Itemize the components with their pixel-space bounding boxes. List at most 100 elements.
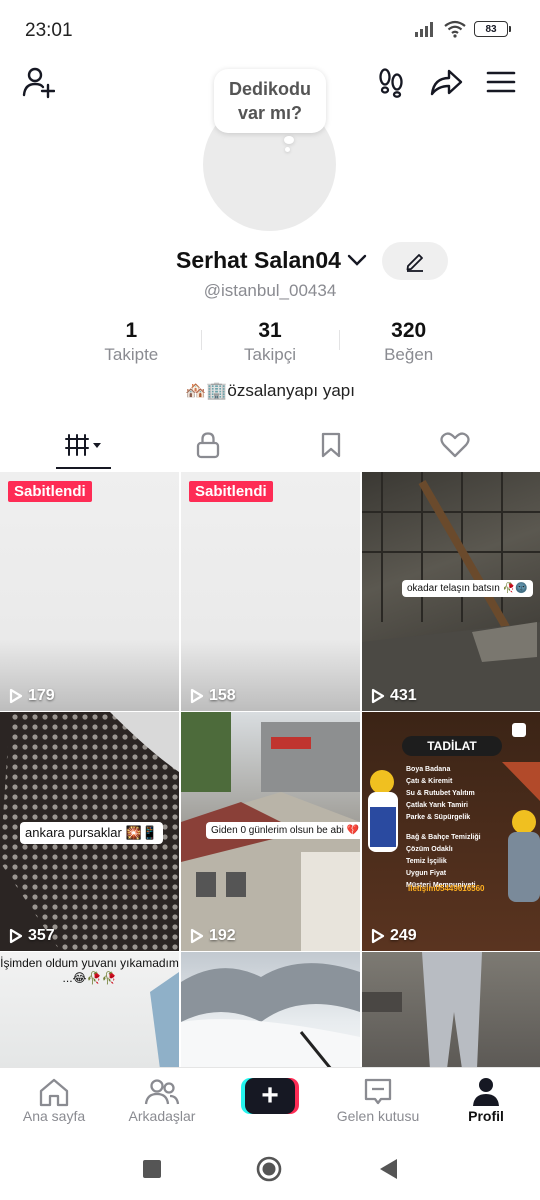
thumbnail-image xyxy=(181,963,360,1067)
friends-icon xyxy=(144,1079,180,1105)
play-icon xyxy=(9,688,23,704)
footprints-icon[interactable] xyxy=(373,64,409,100)
play-icon xyxy=(9,928,23,944)
view-count-text: 192 xyxy=(209,927,236,944)
video-thumbnail[interactable]: TADİLAT Boya Badana Çatı & Kiremit Su & … xyxy=(362,712,540,951)
name-row: Serhat Salan04 xyxy=(0,247,540,279)
bottom-nav: Ana sayfa Arkadaşlar + Gelen kutusu Prof… xyxy=(0,1067,540,1139)
profile-icon xyxy=(473,1078,499,1106)
view-count: 179 xyxy=(9,687,55,705)
stat-value: 1 xyxy=(125,319,138,342)
ad-item: Bağ & Bahçe Temizliği xyxy=(406,834,481,841)
display-name[interactable]: Serhat Salan04 xyxy=(176,247,341,274)
ad-item: Uygun Fiyat xyxy=(406,870,447,877)
view-count: 431 xyxy=(371,687,417,705)
ad-item: Çözüm Odaklı xyxy=(406,846,453,853)
ad-service-list: Boya Badana Çatı & Kiremit Su & Rutubet … xyxy=(406,764,501,892)
battery-indicator: 83 xyxy=(474,21,511,37)
recents-button[interactable] xyxy=(139,1156,165,1182)
ad-phone: iletişim05449616560 xyxy=(408,884,485,893)
view-count: 357 xyxy=(9,927,55,945)
video-thumbnail[interactable] xyxy=(362,952,540,1067)
video-thumbnail[interactable]: Giden 0 günlerim olsun be abi 💔 192 xyxy=(181,712,360,951)
play-icon xyxy=(371,928,385,944)
nav-label: Arkadaşlar xyxy=(128,1108,196,1124)
tab-liked[interactable] xyxy=(400,422,510,468)
status-time: 23:01 xyxy=(25,20,73,41)
signal-icon xyxy=(415,22,433,37)
stat-label: Takipçi xyxy=(244,345,296,364)
tab-videos[interactable] xyxy=(29,422,139,468)
nav-label: Gelen kutusu xyxy=(336,1108,420,1124)
stat-value: 320 xyxy=(391,319,427,342)
view-count-text: 158 xyxy=(209,687,236,704)
ad-item: Su & Rutubet Yalıtım xyxy=(406,790,475,797)
stat-following[interactable]: 1 Takipte xyxy=(62,318,201,368)
ad-item: Çatlak Yarık Tamiri xyxy=(406,802,468,809)
ad-item: Çatı & Kiremit xyxy=(406,778,453,785)
nav-label: Profil xyxy=(468,1108,504,1124)
home-icon xyxy=(39,1078,69,1107)
back-button[interactable] xyxy=(375,1156,401,1182)
bubble-tail-small xyxy=(285,147,290,152)
view-count-text: 179 xyxy=(28,687,55,704)
circle-icon xyxy=(256,1156,282,1182)
grid-videos-icon xyxy=(65,434,101,456)
tab-indicator xyxy=(56,467,111,469)
play-icon xyxy=(190,928,204,944)
stat-label: Takipte xyxy=(104,345,159,364)
nav-inbox[interactable]: Gelen kutusu xyxy=(324,1076,432,1124)
username: @istanbul_00434 xyxy=(203,281,337,300)
play-icon xyxy=(190,688,204,704)
pinned-badge: Sabitlendi xyxy=(8,481,92,502)
video-thumbnail[interactable]: İşimden oldum yuvanı yıkamadım ...😂🥀🥀 xyxy=(0,952,179,1067)
nav-friends[interactable]: Arkadaşlar xyxy=(108,1076,216,1124)
stat-likes[interactable]: 320 Beğen xyxy=(339,318,478,368)
stat-value: 31 xyxy=(258,319,282,342)
video-thumbnail[interactable]: Sabitlendi 179 xyxy=(0,472,179,711)
tab-private[interactable] xyxy=(153,422,263,468)
tab-saved[interactable] xyxy=(276,422,386,468)
nav-label: Ana sayfa xyxy=(22,1108,86,1124)
view-count: 249 xyxy=(371,927,417,945)
video-caption: okadar telaşın batsın 🥀🌚 xyxy=(402,580,533,597)
bubble-tail xyxy=(284,136,294,144)
chevron-down-icon[interactable] xyxy=(346,252,368,268)
play-icon xyxy=(371,688,385,704)
home-system-button[interactable] xyxy=(256,1156,282,1182)
video-thumbnail[interactable] xyxy=(181,952,360,1067)
video-thumbnail[interactable]: okadar telaşın batsın 🥀🌚 431 xyxy=(362,472,540,711)
menu-icon[interactable] xyxy=(483,64,519,100)
view-count-text: 431 xyxy=(390,687,417,704)
video-thumbnail[interactable]: Sabitlendi 158 xyxy=(181,472,360,711)
share-icon[interactable] xyxy=(428,64,464,100)
add-friend-icon[interactable] xyxy=(20,64,56,100)
pinned-badge: Sabitlendi xyxy=(189,481,273,502)
video-caption: Giden 0 günlerim olsun be abi 💔 xyxy=(206,822,360,839)
pencil-icon xyxy=(406,254,423,272)
system-nav-bar xyxy=(0,1139,540,1200)
view-count-text: 249 xyxy=(390,927,417,944)
stats-row: 1 Takipte 31 Takipçi 320 Beğen xyxy=(62,318,478,368)
edit-profile-button[interactable] xyxy=(382,242,448,280)
create-button[interactable]: + xyxy=(241,1078,299,1114)
multi-photo-icon xyxy=(512,723,526,737)
lock-icon xyxy=(196,432,220,459)
nav-home[interactable]: Ana sayfa xyxy=(0,1076,108,1124)
ad-item: Parke & Süpürgelik xyxy=(406,814,471,821)
video-thumbnail[interactable]: ankara pursaklar 🎇📱 357 xyxy=(0,712,179,951)
stat-followers[interactable]: 31 Takipçi xyxy=(200,318,340,368)
nav-profile[interactable]: Profil xyxy=(432,1076,540,1124)
view-count: 158 xyxy=(190,687,236,705)
bio: 🏘️🏢özsalanyapı yapı xyxy=(185,381,355,400)
square-icon xyxy=(143,1160,161,1178)
ad-item: Boya Badana xyxy=(406,766,451,773)
back-triangle-icon xyxy=(380,1159,397,1179)
plus-icon: + xyxy=(245,1078,295,1114)
note-bubble[interactable]: Dedikodu var mı? xyxy=(214,69,326,133)
inbox-icon xyxy=(364,1078,392,1105)
ad-title: TADİLAT xyxy=(402,736,502,756)
video-caption: ankara pursaklar 🎇📱 xyxy=(20,822,163,844)
bookmark-icon xyxy=(321,432,341,458)
thumbnail-image xyxy=(362,952,482,1067)
